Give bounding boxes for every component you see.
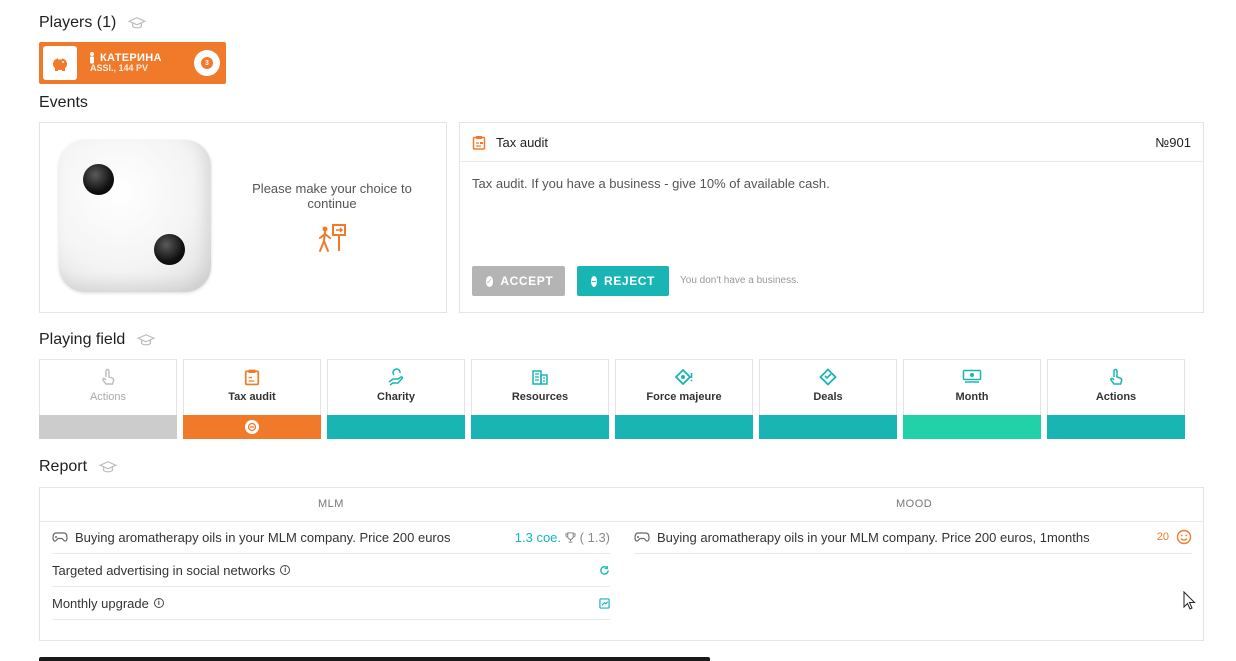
tile-bar — [471, 415, 609, 439]
current-position-icon — [245, 420, 259, 434]
trophy-icon — [565, 531, 576, 543]
dice — [59, 140, 211, 292]
event-hint: You don't have a business. — [680, 275, 799, 286]
graduation-cap-icon[interactable] — [128, 16, 147, 30]
field-section-title: Playing field — [39, 331, 156, 349]
gamepad-icon — [52, 531, 68, 543]
field-tile-actions-disabled[interactable]: Actions — [39, 359, 177, 439]
smile-icon — [1176, 529, 1192, 545]
tile-bar — [615, 415, 753, 439]
info-icon[interactable]: i — [280, 565, 291, 575]
field-tile-force-majeure[interactable]: Force majeure — [615, 359, 753, 439]
report-row: Buying aromatherapy oils in your MLM com… — [52, 521, 610, 554]
graduation-cap-icon[interactable] — [137, 333, 156, 347]
trophy-value: ( 1.3) — [565, 530, 610, 545]
building-icon — [472, 368, 608, 386]
report-title: Report — [39, 458, 88, 475]
tap-icon — [40, 368, 176, 386]
clipboard-icon — [472, 135, 486, 150]
tap-icon — [1048, 368, 1184, 386]
warning-diamond-icon — [616, 368, 752, 386]
upgrade-chart-icon[interactable] — [599, 597, 610, 609]
field-title: Playing field — [39, 331, 126, 348]
walking-person-sign-icon — [319, 224, 346, 252]
tag-icon — [760, 368, 896, 386]
events-title: Events — [39, 94, 88, 111]
report-row: Monthly upgrade i — [52, 587, 610, 620]
tile-bar — [183, 415, 321, 439]
players-section-title: Players (1) — [39, 14, 147, 32]
piggy-bank-icon — [43, 46, 77, 80]
events-section-title: Events — [39, 94, 88, 112]
tile-bar — [759, 415, 897, 439]
field-tile-actions[interactable]: Actions — [1047, 359, 1185, 439]
charity-hand-icon — [328, 368, 464, 386]
field-tile-month[interactable]: Month — [903, 359, 1041, 439]
report-section-title: Report — [39, 458, 118, 476]
dice-pip — [154, 234, 185, 265]
dice-pip — [83, 164, 114, 195]
field-tile-charity[interactable]: Charity — [327, 359, 465, 439]
reject-button[interactable]: − REJECT — [577, 266, 669, 296]
mlm-column-header: MLM — [318, 498, 344, 510]
refresh-icon[interactable] — [599, 565, 610, 576]
gamepad-icon — [634, 531, 650, 543]
minus-icon: − — [591, 275, 598, 287]
info-icon[interactable]: i — [153, 598, 164, 608]
event-card: Tax audit №901 Tax audit. If you have a … — [459, 122, 1204, 313]
event-number: №901 — [1155, 134, 1191, 150]
report-row: Targeted advertising in social networks … — [52, 554, 610, 587]
mood-row: Buying aromatherapy oils in your MLM com… — [634, 521, 1192, 554]
event-title: Tax audit — [496, 134, 549, 150]
tile-bar — [903, 415, 1041, 439]
graduation-cap-icon[interactable] — [99, 460, 118, 474]
player-status: ASSI., 144 PV — [90, 63, 149, 74]
scrollbar[interactable] — [39, 657, 710, 661]
report-panel: MLM MOOD Buying aromatherapy oils in you… — [39, 487, 1204, 641]
dice-panel: Please make your choice to continue — [39, 122, 447, 313]
tile-bar — [39, 415, 177, 439]
clipboard-icon — [184, 368, 320, 386]
players-title: Players (1) — [39, 14, 117, 31]
money-icon — [904, 368, 1040, 384]
field-tile-resources[interactable]: Resources — [471, 359, 609, 439]
check-icon: ✓ — [486, 275, 494, 287]
event-description: Tax audit. If you have a business - give… — [472, 176, 830, 191]
mood-column-header: MOOD — [896, 498, 933, 510]
player-badge: 3 — [194, 50, 220, 76]
accept-button[interactable]: ✓ ACCEPT — [472, 266, 565, 296]
tile-bar — [327, 415, 465, 439]
mlm-value: 1.3 coe. — [514, 529, 562, 545]
mouse-cursor-icon — [1183, 591, 1196, 610]
field-tile-deals[interactable]: Deals — [759, 359, 897, 439]
field-tile-tax-audit[interactable]: Tax audit — [183, 359, 321, 439]
player-card[interactable]: КАТЕРИНА ASSI., 144 PV 3 — [39, 42, 226, 84]
tile-bar — [1047, 415, 1185, 439]
mood-value: 20 — [1156, 531, 1169, 543]
choice-prompt: Please make your choice to continue — [252, 181, 412, 211]
